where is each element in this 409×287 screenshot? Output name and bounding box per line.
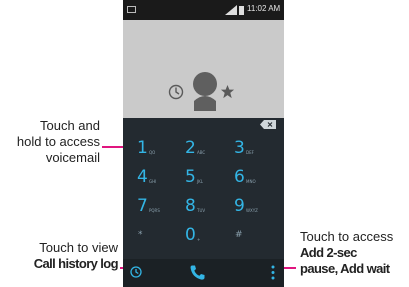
key-letters: PQRS [149, 208, 160, 213]
notification-icon [127, 6, 136, 13]
callout-line: voicemail [45, 150, 100, 165]
key-8[interactable]: 8 TUV [183, 196, 223, 222]
callout-line: Touch and [40, 118, 100, 133]
key-digit: # [235, 230, 243, 240]
key-digit: 1 [137, 138, 148, 158]
key-9[interactable]: 9 WXYZ [232, 196, 272, 222]
key-letters: QO [149, 150, 156, 155]
phone-call-icon[interactable] [189, 264, 206, 281]
more-icon[interactable] [271, 265, 275, 280]
voicemail-callout: Touch and hold to access voicemail [0, 118, 100, 166]
keypad-row: * 0 + # [123, 225, 284, 254]
keypad: 1 QO 2 ABC 3 DEF 4 GHI 5 JKL 6 MNO 7 PQR… [123, 138, 284, 254]
key-digit: 6 [234, 167, 245, 187]
key-letters: MNO [246, 179, 256, 184]
keypad-row: 7 PQRS 8 TUV 9 WXYZ [123, 196, 284, 225]
key-letters: + [197, 237, 201, 242]
key-6[interactable]: 6 MNO [232, 167, 272, 193]
battery-icon [239, 6, 244, 15]
recents-icon[interactable] [168, 84, 184, 100]
key-digit: 4 [137, 167, 148, 187]
status-time: 11:02 AM [247, 4, 281, 13]
callout-line-bold: pause, Add wait [300, 261, 390, 276]
key-letters: JKL [197, 179, 204, 184]
key-0[interactable]: 0 + [183, 225, 223, 251]
call-history-icon[interactable] [130, 266, 142, 278]
status-bar: 11:02 AM [123, 0, 284, 20]
key-1[interactable]: 1 QO [135, 138, 175, 164]
dialpad: 1 QO 2 ABC 3 DEF 4 GHI 5 JKL 6 MNO 7 PQR… [123, 118, 284, 259]
callout-line-bold: Call history log [33, 256, 119, 271]
star-icon[interactable] [220, 84, 235, 99]
history-callout: Touch to view Call history log [0, 240, 119, 272]
key-digit: 8 [185, 196, 196, 216]
keypad-row: 4 GHI 5 JKL 6 MNO [123, 167, 284, 196]
more-callout: Touch to access Add 2-sec pause, Add wai… [300, 229, 409, 277]
key-digit: 2 [185, 138, 196, 158]
key-letters: ABC [197, 150, 206, 155]
key-digit: 0 [185, 225, 196, 245]
key-digit: 3 [234, 138, 245, 158]
key-star[interactable]: * [135, 225, 175, 251]
callout-line: hold to access [16, 134, 100, 149]
key-digit: 5 [185, 167, 196, 187]
keypad-row: 1 QO 2 ABC 3 DEF [123, 138, 284, 167]
avatar[interactable] [188, 71, 222, 111]
bottom-action-bar [123, 259, 284, 287]
key-digit: 9 [234, 196, 245, 216]
backspace-icon[interactable] [260, 120, 276, 129]
key-letters: GHI [149, 179, 157, 184]
key-digit: 7 [137, 196, 148, 216]
key-letters: TUV [197, 208, 206, 213]
contact-area [123, 20, 284, 118]
key-5[interactable]: 5 JKL [183, 167, 223, 193]
phone-screen: 11:02 AM 1 QO 2 ABC 3 DEF 4 GHI 5 JKL 6 … [123, 0, 284, 287]
key-digit: * [138, 230, 143, 240]
key-hash[interactable]: # [232, 225, 272, 251]
callout-line: Touch to view [39, 240, 118, 255]
key-letters: WXYZ [246, 208, 258, 213]
key-7[interactable]: 7 PQRS [135, 196, 175, 222]
key-3[interactable]: 3 DEF [232, 138, 272, 164]
key-2[interactable]: 2 ABC [183, 138, 223, 164]
key-letters: DEF [246, 150, 254, 155]
callout-line: Touch to access [300, 229, 394, 244]
callout-line-bold: Add 2-sec [300, 245, 357, 260]
signal-icon [225, 5, 237, 15]
key-4[interactable]: 4 GHI [135, 167, 175, 193]
